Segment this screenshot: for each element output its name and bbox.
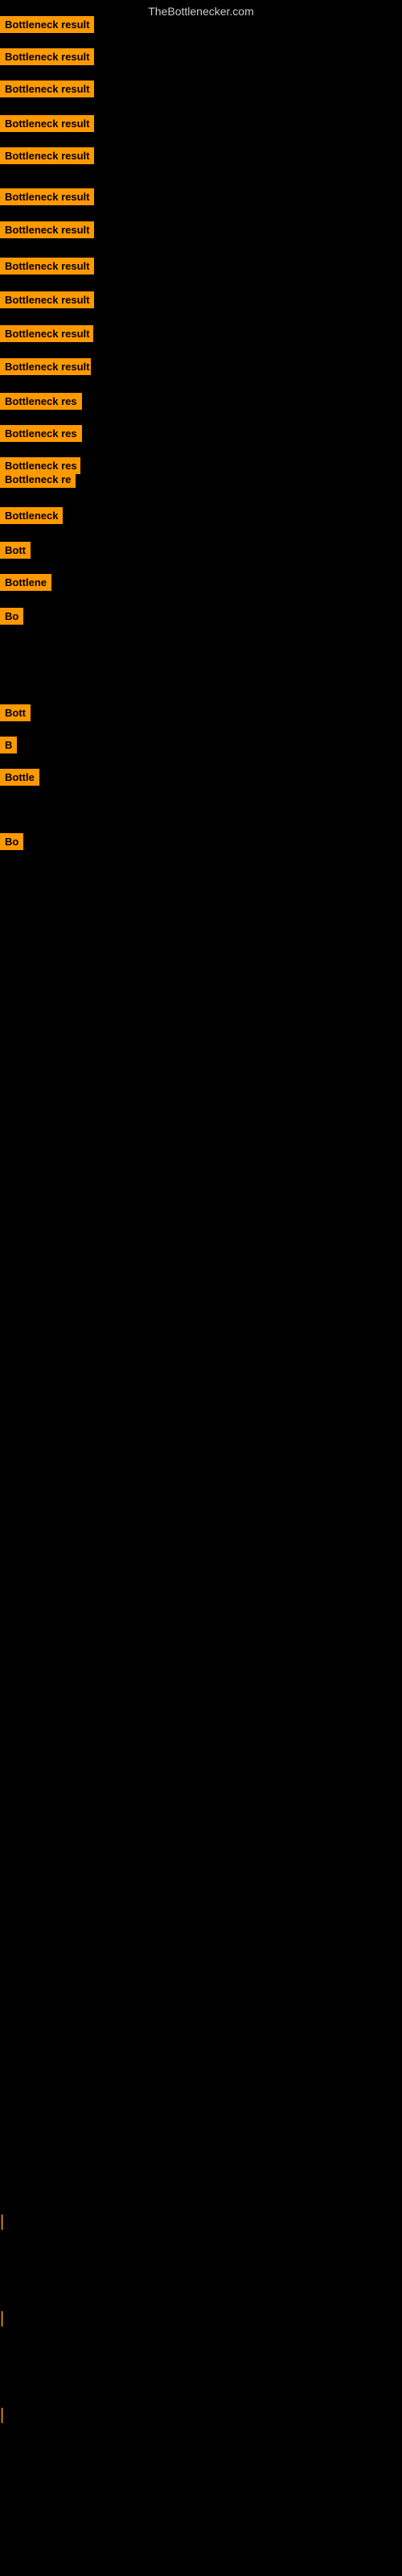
bottleneck-result-label: Bottleneck: [0, 507, 63, 524]
bottleneck-result-label: Bottleneck res: [0, 393, 82, 410]
bottleneck-result-label: Bottleneck result: [0, 16, 94, 33]
bar-indicator: |: [0, 2214, 4, 2230]
bottleneck-result-label: Bottleneck result: [0, 147, 94, 164]
bottleneck-result-label: Bottleneck res: [0, 425, 82, 442]
bottleneck-result-label: B: [0, 737, 17, 753]
bottleneck-result-label: Bott: [0, 704, 31, 721]
bar-indicator: |: [0, 2310, 4, 2326]
bottleneck-result-label: Bottleneck result: [0, 358, 91, 375]
bottleneck-result-label: Bottleneck result: [0, 258, 94, 275]
bottleneck-result-label: Bo: [0, 833, 23, 850]
bottleneck-result-label: Bottleneck result: [0, 325, 93, 342]
bottleneck-result-label: Bottleneck result: [0, 188, 94, 205]
bottleneck-result-label: Bottleneck result: [0, 291, 94, 308]
bottleneck-result-label: Bottleneck result: [0, 221, 94, 238]
bottleneck-result-label: Bottleneck result: [0, 80, 94, 97]
bottleneck-result-label: Bottleneck result: [0, 48, 94, 65]
bottleneck-result-label: Bott: [0, 542, 31, 559]
bottleneck-result-label: Bo: [0, 608, 23, 625]
bar-indicator: |: [0, 2407, 4, 2423]
bottleneck-result-label: Bottleneck result: [0, 115, 94, 132]
bottleneck-result-label: Bottlene: [0, 574, 51, 591]
bottleneck-result-label: Bottle: [0, 769, 39, 786]
bottleneck-result-label: Bottleneck re: [0, 471, 76, 488]
